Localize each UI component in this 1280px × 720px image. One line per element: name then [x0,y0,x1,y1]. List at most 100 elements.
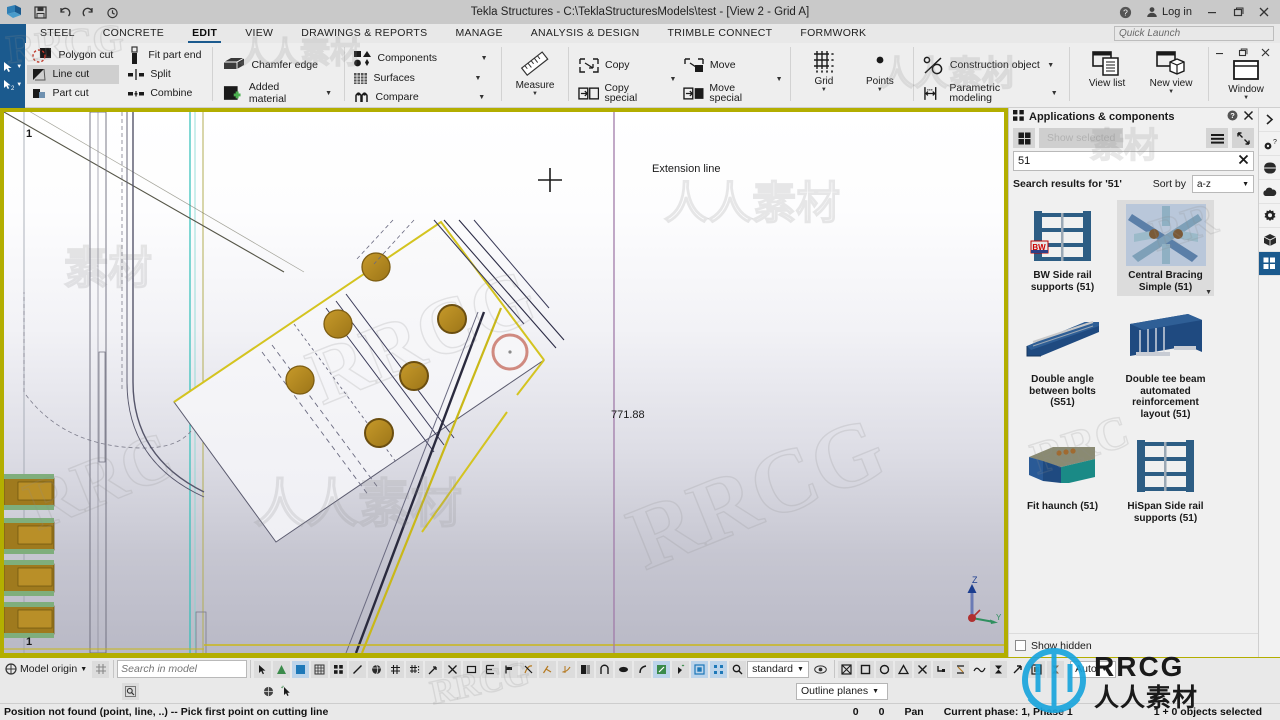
fit-part-end-button[interactable]: Fit part end [123,46,207,65]
auto-select[interactable]: Auto ▼ [1070,660,1117,678]
select-grid-button[interactable] [387,660,405,678]
snap-settings-button[interactable] [691,660,709,678]
tab-edit[interactable]: EDIT [178,24,231,43]
part-cut-button[interactable]: Part cut [27,84,119,103]
view-rect-button[interactable] [857,660,875,678]
tab-manage[interactable]: MANAGE [441,24,516,43]
snap-extension-button[interactable] [558,660,576,678]
view-section-button[interactable] [952,660,970,678]
save-icon[interactable] [32,4,49,21]
panel-close-icon[interactable] [1243,110,1254,124]
added-material-dropdown[interactable]: ▼ [323,90,335,97]
snap-end-button[interactable] [501,660,519,678]
view-solid-button[interactable] [1028,660,1046,678]
model-viewport[interactable]: 1 1 Extension line 771.88 Z Y RRCG RRC 人… [4,112,1004,653]
select-solid-button[interactable] [368,660,386,678]
panel-help-icon[interactable]: ? [1227,110,1238,124]
outline-planes-select[interactable]: Outline planes ▼ [796,682,888,700]
component-card-central-bracing[interactable]: Central Bracing Simple (51) ▼ [1117,200,1214,296]
catalog-grid-button[interactable] [1013,128,1035,148]
window-dropdown[interactable]: ▼ [1243,95,1249,101]
mdi-close-button[interactable] [1254,45,1276,60]
select-grid-plane-button[interactable] [406,660,424,678]
points-button[interactable]: Points ▼ [852,47,908,107]
select-arrow-icon[interactable]: ▼ [3,61,22,73]
select-filter-icon[interactable]: 2 ▼ [3,79,22,91]
select-snap-button[interactable] [425,660,443,678]
globe-icon[interactable] [1258,156,1280,180]
compare-dropdown[interactable]: ▼ [476,94,488,101]
component-card-double-angle[interactable]: Double angle between bolts (S51) [1014,304,1111,423]
select-object-button[interactable] [292,660,310,678]
view-fit-button[interactable] [838,660,856,678]
model-search-input[interactable] [121,663,259,675]
zoom-search-button[interactable] [729,660,747,678]
tab-view[interactable]: VIEW [231,24,287,43]
new-view-button[interactable]: New view ▼ [1139,47,1203,107]
split-button[interactable]: Split [123,65,207,84]
app-logo-icon[interactable] [0,0,28,24]
tab-drawings-reports[interactable]: DRAWINGS & REPORTS [287,24,441,43]
parametric-modeling-button[interactable]: Parametric modeling ▼ [919,79,1064,107]
snap-corners-button[interactable] [710,660,728,678]
component-options-caret[interactable]: ▼ [1205,289,1212,296]
minimize-button[interactable] [1200,0,1224,24]
components-dropdown[interactable]: ▼ [478,55,490,62]
model-search-advanced-button[interactable] [122,682,139,700]
view-arrow-button[interactable] [1009,661,1026,678]
origin-grid-button[interactable] [92,660,110,678]
grid-dropdown[interactable]: ▼ [821,87,827,93]
mdi-restore-button[interactable] [1231,45,1253,60]
redo-icon[interactable] [80,4,97,21]
move-button[interactable]: Move [679,51,773,79]
help-button[interactable]: ? [1113,0,1138,24]
snap-arc-button[interactable] [596,660,614,678]
components-button[interactable]: Components ▼ [349,48,496,69]
move-special-button[interactable]: Move special [679,79,773,107]
visibility-eye-icon[interactable] [809,664,831,674]
view-cross-button[interactable] [914,660,932,678]
tab-steel[interactable]: STEEL [26,24,89,43]
snap-ellipse-button[interactable] [615,660,633,678]
tab-trimble-connect[interactable]: TRIMBLE CONNECT [654,24,787,43]
restore-button[interactable] [1226,0,1250,24]
list-view-button[interactable] [1206,128,1228,148]
chamfer-edge-button[interactable]: Chamfer edge [218,51,338,79]
copy-button[interactable]: Copy [574,51,667,79]
new-view-dropdown[interactable]: ▼ [1168,89,1174,95]
view-triangle-button[interactable] [895,660,913,678]
snap-nearest-button[interactable] [444,660,462,678]
parametric-modeling-dropdown[interactable]: ▼ [1048,90,1060,97]
undo-icon[interactable] [56,4,73,21]
measure-button[interactable]: Measure ▼ [507,47,563,107]
compare-button[interactable]: Compare ▼ [349,88,496,107]
model-search-box[interactable] [117,660,270,678]
combine-button[interactable]: Combine [123,84,207,103]
component-search-input[interactable] [1018,155,1238,167]
history-icon[interactable] [104,4,121,21]
snap-grid-toggle[interactable] [260,683,277,700]
construction-object-button[interactable]: Construction object ▼ [919,51,1064,79]
clear-search-icon[interactable] [1238,154,1249,168]
show-selected-button[interactable]: Show selected [1039,128,1124,148]
tab-analysis-design[interactable]: ANALYSIS & DESIGN [517,24,654,43]
select-line-button[interactable] [349,660,367,678]
select-assembly-button[interactable] [311,660,329,678]
component-card-fit-haunch[interactable]: Fit haunch (51) [1014,431,1111,527]
view-circle-button[interactable] [876,660,894,678]
applications-components-rail-icon[interactable] [1258,252,1280,276]
quick-launch-input[interactable]: Quick Launch [1114,26,1274,41]
snap-plane-button[interactable] [577,660,595,678]
copy-special-button[interactable]: Copy special [574,79,667,107]
construction-object-dropdown[interactable]: ▼ [1045,62,1057,69]
select-parts-button[interactable] [330,660,348,678]
mdi-minimize-button[interactable] [1208,45,1230,60]
snap-curve-button[interactable] [634,660,652,678]
polygon-cut-button[interactable]: Polygon cut [27,46,119,65]
snap-mid-button[interactable] [482,660,500,678]
component-search-box[interactable] [1013,151,1254,171]
cloud-icon[interactable] [1258,180,1280,204]
points-dropdown[interactable]: ▼ [877,87,883,93]
chevron-right-icon[interactable] [1258,108,1280,132]
snap-point-button[interactable] [672,660,690,678]
